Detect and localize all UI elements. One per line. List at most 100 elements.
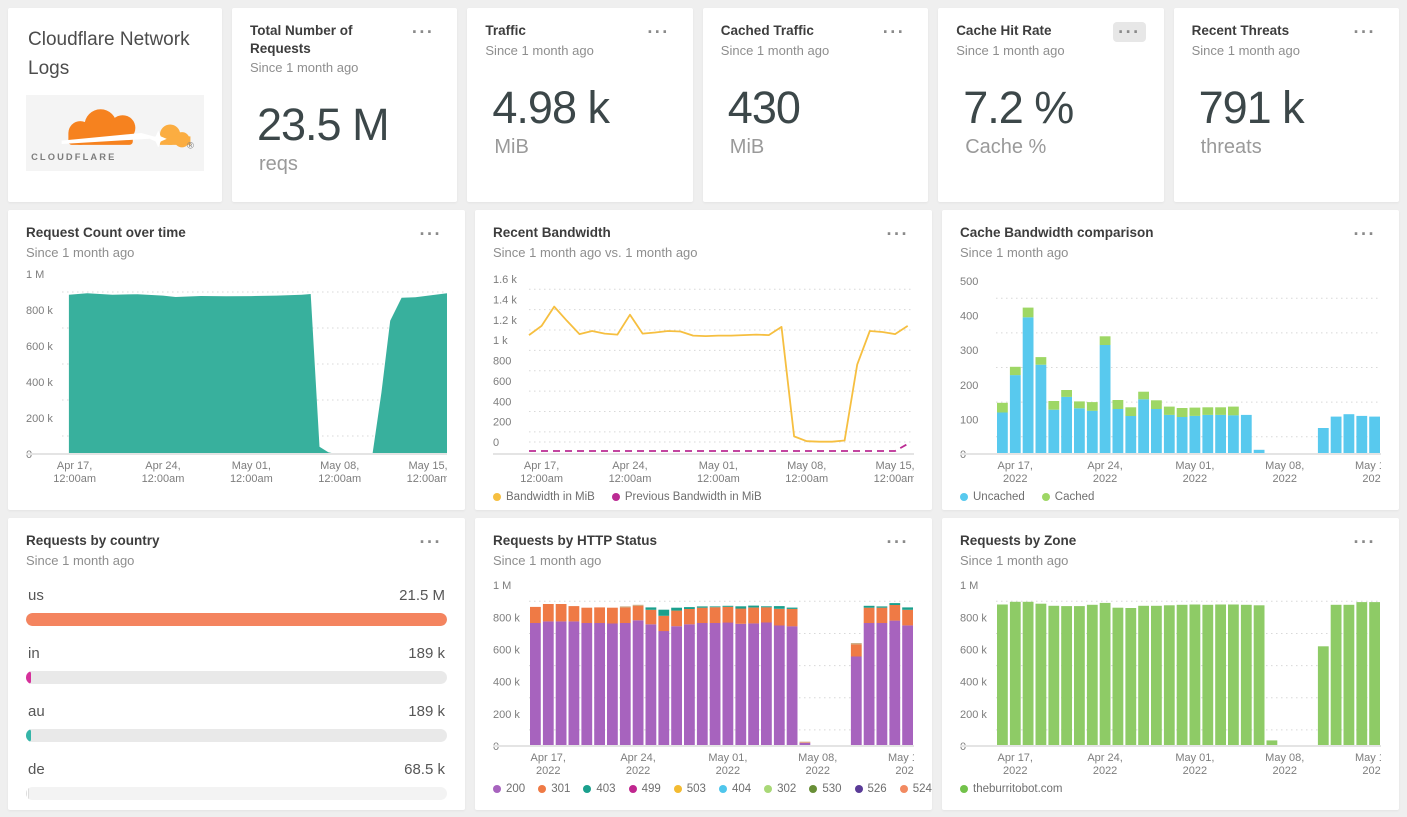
legend-item[interactable]: 404 xyxy=(718,782,752,795)
chart-panel-requests-by-zone: Requests by Zone Since 1 month ago ··· 0… xyxy=(942,518,1399,810)
stat-subtitle: Since 1 month ago xyxy=(250,60,359,76)
legend-dot-icon xyxy=(493,784,501,793)
legend-label: 404 xyxy=(731,782,752,795)
chart-panel-http-status: Requests by HTTP Status Since 1 month ag… xyxy=(475,518,932,810)
legend-item[interactable]: 302 xyxy=(764,783,796,795)
country-value: 68.5 k xyxy=(404,760,445,778)
country-value: 21.5 M xyxy=(399,586,445,604)
svg-text:May 15,2022: May 15,2022 xyxy=(1355,460,1381,485)
panel-menu-icon[interactable]: ··· xyxy=(1113,22,1146,42)
http-status-chart[interactable]: 0200 k400 k600 k800 k1 MApr 17,2022Apr 2… xyxy=(493,576,914,778)
panel-menu-icon[interactable]: ··· xyxy=(642,22,674,42)
chart-panel-requests-by-country: Requests by country Since 1 month ago ··… xyxy=(8,518,465,810)
country-code: au xyxy=(28,702,45,720)
svg-text:May 01,2022: May 01, 2022 xyxy=(1175,460,1214,485)
legend-label: Uncached xyxy=(973,490,1025,503)
stat-title: Total Number of Requests xyxy=(250,23,353,56)
panel-menu-icon[interactable]: ··· xyxy=(415,532,447,552)
brand-panel: Cloudflare Network Logs CLOUDFLARE ® xyxy=(8,8,222,202)
legend-item[interactable]: Cached xyxy=(1041,490,1095,503)
page-title: Cloudflare Network Logs xyxy=(28,29,190,79)
legend-item[interactable]: 301 xyxy=(538,783,570,795)
svg-text:May 15,2022: May 15,2022 xyxy=(888,752,914,777)
requests-by-zone-chart[interactable]: 0200 k400 k600 k800 k1 MApr 17,2022Apr 2… xyxy=(960,576,1381,778)
legend-item[interactable]: Bandwidth in MiB xyxy=(493,491,595,503)
legend-label: 526 xyxy=(867,782,887,795)
country-bar[interactable] xyxy=(26,728,32,742)
legend-label: 499 xyxy=(641,782,661,795)
panel-menu-icon[interactable]: ··· xyxy=(1349,22,1381,42)
svg-text:200: 200 xyxy=(960,379,978,391)
legend-item[interactable]: 200 xyxy=(493,783,525,795)
svg-text:200 k: 200 k xyxy=(493,708,520,720)
svg-text:Apr 24,12:00am: Apr 24, 12:00am xyxy=(609,460,652,485)
legend-item[interactable]: 530 xyxy=(809,783,842,795)
cloudflare-logo-icon: CLOUDFLARE ® xyxy=(31,109,194,162)
legend-dot-icon xyxy=(493,492,501,501)
legend-item[interactable]: 499 xyxy=(628,782,661,795)
legend-item[interactable]: Previous Bandwidth in MiB xyxy=(611,491,762,503)
country-bar-track xyxy=(26,786,447,800)
panel-menu-icon[interactable]: ··· xyxy=(882,224,914,244)
chart-title: Requests by Zone xyxy=(960,533,1077,548)
legend-dot-icon xyxy=(960,492,968,501)
country-bar-track xyxy=(26,670,447,684)
svg-text:May 01,2022: May 01, 2022 xyxy=(708,752,747,777)
chart-title: Requests by country xyxy=(26,533,160,548)
legend-dot-icon xyxy=(854,784,863,793)
stat-subtitle: Since 1 month ago xyxy=(1191,42,1300,58)
stat-subtitle: Since 1 month ago xyxy=(485,42,594,58)
legend-item[interactable]: Uncached xyxy=(960,491,1025,503)
legend-item[interactable]: 524 xyxy=(899,783,932,795)
svg-text:1 k: 1 k xyxy=(493,335,508,347)
panel-menu-icon[interactable]: ··· xyxy=(407,22,439,42)
svg-text:400 k: 400 k xyxy=(960,676,987,688)
legend-dot-icon xyxy=(673,784,682,793)
chart-title: Cache Bandwidth comparison xyxy=(960,225,1154,240)
legend-label: Cached xyxy=(1054,490,1095,503)
request-count-chart[interactable]: 0200 k400 k600 k800 k1 MApr 17,12:00amAp… xyxy=(26,268,447,486)
stat-unit: MiB xyxy=(494,135,529,158)
stat-subtitle: Since 1 month ago xyxy=(720,42,830,58)
country-code: de xyxy=(28,760,45,778)
svg-text:May 08,12:00am: May 08, 12:00am xyxy=(785,460,828,485)
stat-value: 4.98 k xyxy=(492,81,610,133)
svg-text:600: 600 xyxy=(493,375,511,387)
legend-dot-icon xyxy=(899,784,908,793)
svg-text:May 01,12:00am: May 01, 12:00am xyxy=(230,460,273,485)
panel-menu-icon[interactable]: ··· xyxy=(878,22,910,42)
panel-menu-icon[interactable]: ··· xyxy=(1349,532,1381,552)
country-bar[interactable] xyxy=(26,612,447,626)
svg-text:Apr 24,2022: Apr 24, 2022 xyxy=(620,752,655,777)
legend-label: 301 xyxy=(551,782,571,795)
svg-text:500: 500 xyxy=(960,275,978,287)
stat-value: 791 k xyxy=(1198,81,1305,133)
legend-dot-icon xyxy=(960,784,968,793)
panel-menu-icon[interactable]: ··· xyxy=(882,532,914,552)
legend-item[interactable]: theburritobot.com xyxy=(960,783,1063,795)
legend-item[interactable]: 503 xyxy=(673,783,706,795)
cache-bandwidth-chart[interactable]: 0100200300400500Apr 17,2022Apr 24,2022Ma… xyxy=(960,268,1381,486)
svg-text:Apr 17,2022: Apr 17, 2022 xyxy=(998,752,1033,777)
legend-item[interactable]: 526 xyxy=(854,782,887,795)
chart-legend: 200 301 403 499 503 404 302 530 526 524 xyxy=(493,782,932,795)
recent-bandwidth-chart[interactable]: 0 200 400 600 800 1 k 1.2 k 1.4 k 1.6 k Apr 17, 12… xyxy=(493,268,914,486)
country-row: de 68.5 k xyxy=(26,761,447,800)
country-bar[interactable] xyxy=(26,786,30,800)
svg-text:400: 400 xyxy=(960,310,978,322)
svg-text:800 k: 800 k xyxy=(26,305,53,317)
panel-menu-icon[interactable]: ··· xyxy=(1349,224,1381,244)
legend-item[interactable]: 403 xyxy=(583,783,616,795)
chart-title: Requests by HTTP Status xyxy=(493,533,658,548)
svg-text:200 k: 200 k xyxy=(960,708,987,720)
svg-text:200: 200 xyxy=(493,416,511,428)
chart-title: Request Count over time xyxy=(26,225,186,240)
panel-menu-icon[interactable]: ··· xyxy=(415,224,447,244)
svg-text:400 k: 400 k xyxy=(493,676,520,688)
chart-subtitle: Since 1 month ago xyxy=(960,552,1069,568)
svg-text:May 01,12:00am: May 01, 12:00am xyxy=(697,460,740,485)
chart-subtitle: Since 1 month ago xyxy=(960,244,1069,260)
country-bar-track xyxy=(26,612,447,626)
country-bar[interactable] xyxy=(26,670,32,684)
svg-text:100: 100 xyxy=(960,414,978,426)
